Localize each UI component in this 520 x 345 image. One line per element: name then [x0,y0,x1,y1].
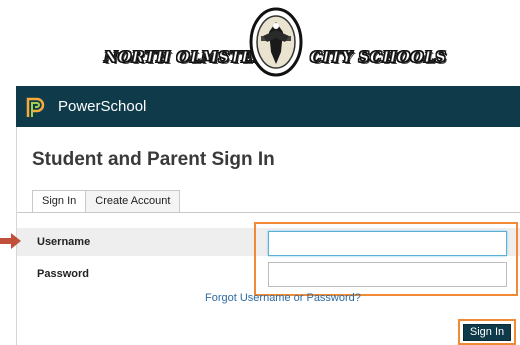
district-name-right: CITY SCHOOLS [310,48,447,67]
district-seal-logo [249,7,303,77]
forgot-credentials-link[interactable]: Forgot Username or Password? [205,292,361,304]
district-name-left: NORTH OLMSTED [104,48,267,67]
page-title: Student and Parent Sign In [32,149,275,170]
district-banner: NORTH OLMSTED CITY SCHOOLS [0,0,520,82]
powerschool-p-icon [26,97,45,117]
pointer-arrow-icon [0,233,21,249]
sign-in-tabs: Sign In Create Account [32,190,181,213]
powerschool-header: PowerSchool [16,86,520,127]
sign-in-button[interactable]: Sign In [463,324,511,341]
tab-sign-in[interactable]: Sign In [32,190,87,213]
powerschool-brand: PowerSchool [58,98,147,115]
username-label: Username [37,236,91,248]
fields-highlight-box [254,222,518,296]
tab-divider [17,212,520,213]
password-label: Password [37,268,89,280]
tab-create-account[interactable]: Create Account [85,190,181,213]
